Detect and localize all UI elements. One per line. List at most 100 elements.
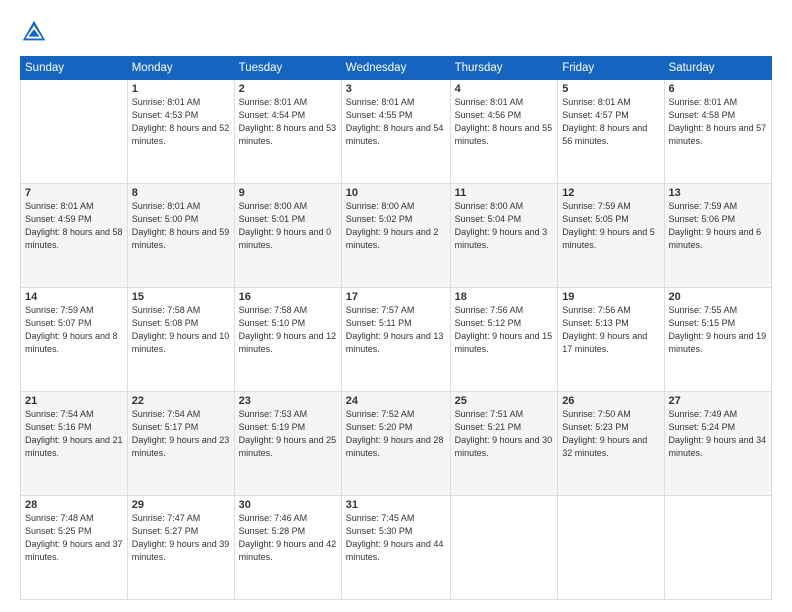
day-number: 13 bbox=[669, 187, 767, 199]
calendar-cell bbox=[664, 496, 771, 600]
day-info: Sunrise: 8:01 AMSunset: 4:57 PMDaylight:… bbox=[562, 96, 659, 148]
day-number: 20 bbox=[669, 291, 767, 303]
calendar-cell: 12Sunrise: 7:59 AMSunset: 5:05 PMDayligh… bbox=[558, 184, 664, 288]
weekday-header-sunday: Sunday bbox=[21, 57, 128, 80]
day-number: 7 bbox=[25, 187, 123, 199]
header bbox=[20, 18, 772, 46]
calendar-cell: 17Sunrise: 7:57 AMSunset: 5:11 PMDayligh… bbox=[341, 288, 450, 392]
day-number: 3 bbox=[346, 83, 446, 95]
day-number: 8 bbox=[132, 187, 230, 199]
day-number: 28 bbox=[25, 499, 123, 511]
day-info: Sunrise: 8:00 AMSunset: 5:04 PMDaylight:… bbox=[455, 200, 554, 252]
weekday-header-tuesday: Tuesday bbox=[234, 57, 341, 80]
weekday-header-saturday: Saturday bbox=[664, 57, 771, 80]
calendar-cell: 11Sunrise: 8:00 AMSunset: 5:04 PMDayligh… bbox=[450, 184, 558, 288]
day-info: Sunrise: 7:51 AMSunset: 5:21 PMDaylight:… bbox=[455, 408, 554, 460]
calendar-cell: 4Sunrise: 8:01 AMSunset: 4:56 PMDaylight… bbox=[450, 80, 558, 184]
day-info: Sunrise: 8:01 AMSunset: 4:54 PMDaylight:… bbox=[239, 96, 337, 148]
calendar-cell: 14Sunrise: 7:59 AMSunset: 5:07 PMDayligh… bbox=[21, 288, 128, 392]
day-info: Sunrise: 7:54 AMSunset: 5:17 PMDaylight:… bbox=[132, 408, 230, 460]
day-info: Sunrise: 7:56 AMSunset: 5:12 PMDaylight:… bbox=[455, 304, 554, 356]
day-info: Sunrise: 7:58 AMSunset: 5:10 PMDaylight:… bbox=[239, 304, 337, 356]
day-number: 22 bbox=[132, 395, 230, 407]
day-number: 11 bbox=[455, 187, 554, 199]
day-info: Sunrise: 7:46 AMSunset: 5:28 PMDaylight:… bbox=[239, 512, 337, 564]
calendar-cell: 22Sunrise: 7:54 AMSunset: 5:17 PMDayligh… bbox=[127, 392, 234, 496]
calendar-cell: 26Sunrise: 7:50 AMSunset: 5:23 PMDayligh… bbox=[558, 392, 664, 496]
day-number: 17 bbox=[346, 291, 446, 303]
day-number: 14 bbox=[25, 291, 123, 303]
day-info: Sunrise: 7:54 AMSunset: 5:16 PMDaylight:… bbox=[25, 408, 123, 460]
page: SundayMondayTuesdayWednesdayThursdayFrid… bbox=[0, 0, 792, 612]
day-number: 5 bbox=[562, 83, 659, 95]
day-info: Sunrise: 8:01 AMSunset: 4:55 PMDaylight:… bbox=[346, 96, 446, 148]
week-row-3: 14Sunrise: 7:59 AMSunset: 5:07 PMDayligh… bbox=[21, 288, 772, 392]
calendar-cell: 1Sunrise: 8:01 AMSunset: 4:53 PMDaylight… bbox=[127, 80, 234, 184]
day-info: Sunrise: 8:00 AMSunset: 5:02 PMDaylight:… bbox=[346, 200, 446, 252]
day-number: 18 bbox=[455, 291, 554, 303]
day-number: 16 bbox=[239, 291, 337, 303]
day-number: 27 bbox=[669, 395, 767, 407]
calendar-cell: 21Sunrise: 7:54 AMSunset: 5:16 PMDayligh… bbox=[21, 392, 128, 496]
day-info: Sunrise: 7:58 AMSunset: 5:08 PMDaylight:… bbox=[132, 304, 230, 356]
week-row-4: 21Sunrise: 7:54 AMSunset: 5:16 PMDayligh… bbox=[21, 392, 772, 496]
day-info: Sunrise: 7:50 AMSunset: 5:23 PMDaylight:… bbox=[562, 408, 659, 460]
day-number: 2 bbox=[239, 83, 337, 95]
calendar-cell: 7Sunrise: 8:01 AMSunset: 4:59 PMDaylight… bbox=[21, 184, 128, 288]
day-info: Sunrise: 7:53 AMSunset: 5:19 PMDaylight:… bbox=[239, 408, 337, 460]
calendar-cell bbox=[450, 496, 558, 600]
weekday-header-monday: Monday bbox=[127, 57, 234, 80]
day-info: Sunrise: 8:01 AMSunset: 4:58 PMDaylight:… bbox=[669, 96, 767, 148]
day-info: Sunrise: 7:52 AMSunset: 5:20 PMDaylight:… bbox=[346, 408, 446, 460]
day-info: Sunrise: 7:56 AMSunset: 5:13 PMDaylight:… bbox=[562, 304, 659, 356]
calendar-cell: 19Sunrise: 7:56 AMSunset: 5:13 PMDayligh… bbox=[558, 288, 664, 392]
day-info: Sunrise: 7:55 AMSunset: 5:15 PMDaylight:… bbox=[669, 304, 767, 356]
calendar-cell: 29Sunrise: 7:47 AMSunset: 5:27 PMDayligh… bbox=[127, 496, 234, 600]
calendar-cell: 23Sunrise: 7:53 AMSunset: 5:19 PMDayligh… bbox=[234, 392, 341, 496]
calendar-cell: 20Sunrise: 7:55 AMSunset: 5:15 PMDayligh… bbox=[664, 288, 771, 392]
calendar-cell: 15Sunrise: 7:58 AMSunset: 5:08 PMDayligh… bbox=[127, 288, 234, 392]
day-number: 4 bbox=[455, 83, 554, 95]
day-number: 29 bbox=[132, 499, 230, 511]
weekday-header-wednesday: Wednesday bbox=[341, 57, 450, 80]
calendar-cell bbox=[558, 496, 664, 600]
day-info: Sunrise: 7:49 AMSunset: 5:24 PMDaylight:… bbox=[669, 408, 767, 460]
day-number: 31 bbox=[346, 499, 446, 511]
day-number: 12 bbox=[562, 187, 659, 199]
day-info: Sunrise: 8:01 AMSunset: 4:59 PMDaylight:… bbox=[25, 200, 123, 252]
calendar-cell: 3Sunrise: 8:01 AMSunset: 4:55 PMDaylight… bbox=[341, 80, 450, 184]
calendar-cell: 30Sunrise: 7:46 AMSunset: 5:28 PMDayligh… bbox=[234, 496, 341, 600]
day-number: 15 bbox=[132, 291, 230, 303]
day-info: Sunrise: 7:45 AMSunset: 5:30 PMDaylight:… bbox=[346, 512, 446, 564]
day-info: Sunrise: 8:01 AMSunset: 4:53 PMDaylight:… bbox=[132, 96, 230, 148]
day-info: Sunrise: 7:48 AMSunset: 5:25 PMDaylight:… bbox=[25, 512, 123, 564]
calendar-cell: 31Sunrise: 7:45 AMSunset: 5:30 PMDayligh… bbox=[341, 496, 450, 600]
day-number: 19 bbox=[562, 291, 659, 303]
day-info: Sunrise: 7:57 AMSunset: 5:11 PMDaylight:… bbox=[346, 304, 446, 356]
calendar-cell bbox=[21, 80, 128, 184]
calendar-cell: 5Sunrise: 8:01 AMSunset: 4:57 PMDaylight… bbox=[558, 80, 664, 184]
calendar-table: SundayMondayTuesdayWednesdayThursdayFrid… bbox=[20, 56, 772, 600]
calendar-cell: 9Sunrise: 8:00 AMSunset: 5:01 PMDaylight… bbox=[234, 184, 341, 288]
day-number: 26 bbox=[562, 395, 659, 407]
day-info: Sunrise: 8:01 AMSunset: 4:56 PMDaylight:… bbox=[455, 96, 554, 148]
calendar-cell: 8Sunrise: 8:01 AMSunset: 5:00 PMDaylight… bbox=[127, 184, 234, 288]
week-row-5: 28Sunrise: 7:48 AMSunset: 5:25 PMDayligh… bbox=[21, 496, 772, 600]
day-number: 24 bbox=[346, 395, 446, 407]
day-number: 21 bbox=[25, 395, 123, 407]
logo bbox=[20, 18, 52, 46]
day-info: Sunrise: 7:59 AMSunset: 5:07 PMDaylight:… bbox=[25, 304, 123, 356]
calendar-cell: 18Sunrise: 7:56 AMSunset: 5:12 PMDayligh… bbox=[450, 288, 558, 392]
calendar-cell: 28Sunrise: 7:48 AMSunset: 5:25 PMDayligh… bbox=[21, 496, 128, 600]
day-info: Sunrise: 7:47 AMSunset: 5:27 PMDaylight:… bbox=[132, 512, 230, 564]
calendar-cell: 10Sunrise: 8:00 AMSunset: 5:02 PMDayligh… bbox=[341, 184, 450, 288]
weekday-header-thursday: Thursday bbox=[450, 57, 558, 80]
calendar-cell: 25Sunrise: 7:51 AMSunset: 5:21 PMDayligh… bbox=[450, 392, 558, 496]
logo-icon bbox=[20, 18, 48, 46]
day-number: 1 bbox=[132, 83, 230, 95]
week-row-1: 1Sunrise: 8:01 AMSunset: 4:53 PMDaylight… bbox=[21, 80, 772, 184]
day-info: Sunrise: 7:59 AMSunset: 5:06 PMDaylight:… bbox=[669, 200, 767, 252]
day-number: 23 bbox=[239, 395, 337, 407]
calendar-cell: 13Sunrise: 7:59 AMSunset: 5:06 PMDayligh… bbox=[664, 184, 771, 288]
calendar-cell: 27Sunrise: 7:49 AMSunset: 5:24 PMDayligh… bbox=[664, 392, 771, 496]
